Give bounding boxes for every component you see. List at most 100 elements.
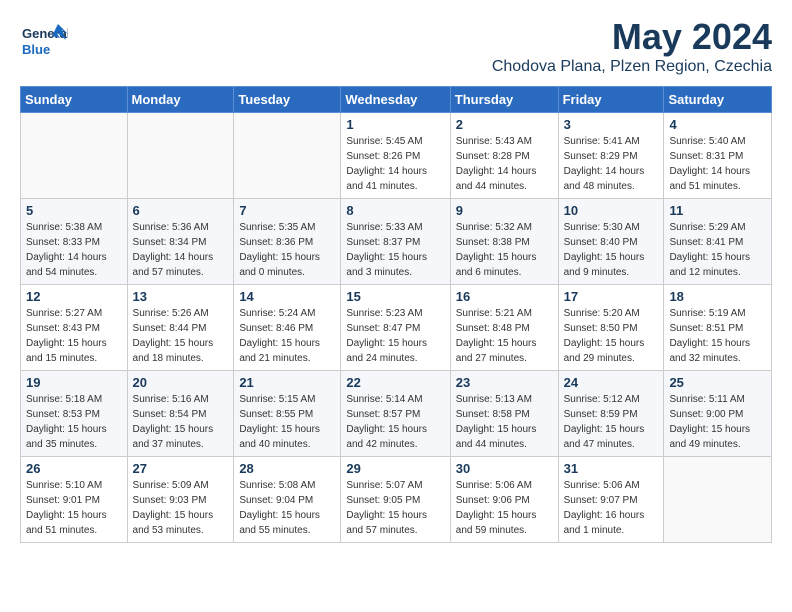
- day-info: Sunrise: 5:18 AMSunset: 8:53 PMDaylight:…: [26, 392, 122, 452]
- calendar-cell: 19Sunrise: 5:18 AMSunset: 8:53 PMDayligh…: [21, 371, 128, 457]
- day-number: 10: [564, 203, 659, 218]
- header-thursday: Thursday: [450, 87, 558, 113]
- day-number: 27: [133, 461, 229, 476]
- calendar-cell: 22 Sunrise: 5:14 AMSunset: 8:57 PMDayligh…: [341, 371, 450, 457]
- calendar-week-1: 5 Sunrise: 5:38 AMSunset: 8:33 PMDaylight…: [21, 199, 772, 285]
- day-info: Sunrise: 5:08 AMSunset: 9:04 PMDaylight:…: [239, 478, 335, 538]
- day-info: Sunrise: 5:33 AMSunset: 8:37 PMDaylight:…: [346, 220, 444, 280]
- calendar-week-3: 19Sunrise: 5:18 AMSunset: 8:53 PMDayligh…: [21, 371, 772, 457]
- day-number: 25: [669, 375, 766, 390]
- calendar-cell: 12 Sunrise: 5:27 AMSunset: 8:43 PMDayligh…: [21, 285, 128, 371]
- calendar-cell: 29Sunrise: 5:07 AMSunset: 9:05 PMDayligh…: [341, 457, 450, 543]
- day-info: Sunrise: 5:06 AMSunset: 9:07 PMDaylight:…: [564, 478, 659, 538]
- day-info: Sunrise: 5:12 AMSunset: 8:59 PMDaylight:…: [564, 392, 659, 452]
- calendar-cell: 8 Sunrise: 5:33 AMSunset: 8:37 PMDaylight…: [341, 199, 450, 285]
- calendar-header-row: Sunday Monday Tuesday Wednesday Thursday…: [21, 87, 772, 113]
- calendar-cell: 31 Sunrise: 5:06 AMSunset: 9:07 PMDayligh…: [558, 457, 664, 543]
- calendar-week-4: 26 Sunrise: 5:10 AMSunset: 9:01 PMDayligh…: [21, 457, 772, 543]
- day-number: 14: [239, 289, 335, 304]
- day-number: 12: [26, 289, 122, 304]
- calendar-cell: 17Sunrise: 5:20 AMSunset: 8:50 PMDayligh…: [558, 285, 664, 371]
- day-info: Sunrise: 5:15 AMSunset: 8:55 PMDaylight:…: [239, 392, 335, 452]
- day-info: Sunrise: 5:09 AMSunset: 9:03 PMDaylight:…: [133, 478, 229, 538]
- day-number: 6: [133, 203, 229, 218]
- calendar-cell: 21Sunrise: 5:15 AMSunset: 8:55 PMDayligh…: [234, 371, 341, 457]
- calendar-week-0: 1Sunrise: 5:45 AMSunset: 8:26 PMDaylight…: [21, 113, 772, 199]
- calendar-cell: 14 Sunrise: 5:24 AMSunset: 8:46 PMDayligh…: [234, 285, 341, 371]
- day-number: 11: [669, 203, 766, 218]
- svg-text:Blue: Blue: [22, 42, 50, 57]
- day-number: 5: [26, 203, 122, 218]
- day-info: Sunrise: 5:11 AMSunset: 9:00 PMDaylight:…: [669, 392, 766, 452]
- day-number: 18: [669, 289, 766, 304]
- day-number: 7: [239, 203, 335, 218]
- calendar-cell: 3Sunrise: 5:41 AMSunset: 8:29 PMDaylight…: [558, 113, 664, 199]
- calendar-cell: 15 Sunrise: 5:23 AMSunset: 8:47 PMDayligh…: [341, 285, 450, 371]
- day-info: Sunrise: 5:16 AMSunset: 8:54 PMDaylight:…: [133, 392, 229, 452]
- logo: General Blue: [20, 16, 68, 64]
- day-number: 24: [564, 375, 659, 390]
- calendar-cell: 27 Sunrise: 5:09 AMSunset: 9:03 PMDayligh…: [127, 457, 234, 543]
- day-info: Sunrise: 5:21 AMSunset: 8:48 PMDaylight:…: [456, 306, 553, 366]
- calendar-cell: 4Sunrise: 5:40 AMSunset: 8:31 PMDaylight…: [664, 113, 772, 199]
- day-info: Sunrise: 5:29 AMSunset: 8:41 PMDaylight:…: [669, 220, 766, 280]
- day-info: Sunrise: 5:23 AMSunset: 8:47 PMDaylight:…: [346, 306, 444, 366]
- day-number: 30: [456, 461, 553, 476]
- calendar-cell: 30Sunrise: 5:06 AMSunset: 9:06 PMDayligh…: [450, 457, 558, 543]
- day-number: 15: [346, 289, 444, 304]
- calendar-table: Sunday Monday Tuesday Wednesday Thursday…: [20, 86, 772, 543]
- calendar-cell: 25 Sunrise: 5:11 AMSunset: 9:00 PMDayligh…: [664, 371, 772, 457]
- day-info: Sunrise: 5:07 AMSunset: 9:05 PMDaylight:…: [346, 478, 444, 538]
- day-number: 2: [456, 117, 553, 132]
- header-tuesday: Tuesday: [234, 87, 341, 113]
- day-info: Sunrise: 5:10 AMSunset: 9:01 PMDaylight:…: [26, 478, 122, 538]
- calendar-subtitle: Chodova Plana, Plzen Region, Czechia: [492, 58, 772, 76]
- calendar-cell: 16 Sunrise: 5:21 AMSunset: 8:48 PMDayligh…: [450, 285, 558, 371]
- day-number: 17: [564, 289, 659, 304]
- header-monday: Monday: [127, 87, 234, 113]
- header-wednesday: Wednesday: [341, 87, 450, 113]
- calendar-cell: 5 Sunrise: 5:38 AMSunset: 8:33 PMDaylight…: [21, 199, 128, 285]
- day-info: Sunrise: 5:43 AMSunset: 8:28 PMDaylight:…: [456, 134, 553, 194]
- header-sunday: Sunday: [21, 87, 128, 113]
- calendar-cell: 24 Sunrise: 5:12 AMSunset: 8:59 PMDayligh…: [558, 371, 664, 457]
- day-info: Sunrise: 5:38 AMSunset: 8:33 PMDaylight:…: [26, 220, 122, 280]
- day-number: 16: [456, 289, 553, 304]
- calendar-cell: 26 Sunrise: 5:10 AMSunset: 9:01 PMDayligh…: [21, 457, 128, 543]
- calendar-cell: 18 Sunrise: 5:19 AMSunset: 8:51 PMDayligh…: [664, 285, 772, 371]
- calendar-week-2: 12 Sunrise: 5:27 AMSunset: 8:43 PMDayligh…: [21, 285, 772, 371]
- calendar-cell: 2 Sunrise: 5:43 AMSunset: 8:28 PMDaylight…: [450, 113, 558, 199]
- title-block: May 2024 Chodova Plana, Plzen Region, Cz…: [492, 16, 772, 76]
- logo-icon: General Blue: [20, 16, 68, 64]
- day-number: 28: [239, 461, 335, 476]
- header-friday: Friday: [558, 87, 664, 113]
- day-info: Sunrise: 5:19 AMSunset: 8:51 PMDaylight:…: [669, 306, 766, 366]
- day-number: 9: [456, 203, 553, 218]
- day-info: Sunrise: 5:30 AMSunset: 8:40 PMDaylight:…: [564, 220, 659, 280]
- calendar-cell: [21, 113, 128, 199]
- calendar-cell: 20Sunrise: 5:16 AMSunset: 8:54 PMDayligh…: [127, 371, 234, 457]
- calendar-cell: 13Sunrise: 5:26 AMSunset: 8:44 PMDayligh…: [127, 285, 234, 371]
- calendar-cell: [234, 113, 341, 199]
- day-info: Sunrise: 5:24 AMSunset: 8:46 PMDaylight:…: [239, 306, 335, 366]
- day-info: Sunrise: 5:41 AMSunset: 8:29 PMDaylight:…: [564, 134, 659, 194]
- calendar-cell: 23Sunrise: 5:13 AMSunset: 8:58 PMDayligh…: [450, 371, 558, 457]
- day-number: 26: [26, 461, 122, 476]
- calendar-cell: 10 Sunrise: 5:30 AMSunset: 8:40 PMDayligh…: [558, 199, 664, 285]
- calendar-cell: 6 Sunrise: 5:36 AMSunset: 8:34 PMDaylight…: [127, 199, 234, 285]
- day-info: Sunrise: 5:27 AMSunset: 8:43 PMDaylight:…: [26, 306, 122, 366]
- calendar-cell: 11 Sunrise: 5:29 AMSunset: 8:41 PMDayligh…: [664, 199, 772, 285]
- day-info: Sunrise: 5:36 AMSunset: 8:34 PMDaylight:…: [133, 220, 229, 280]
- day-number: 1: [346, 117, 444, 132]
- calendar-cell: [664, 457, 772, 543]
- day-info: Sunrise: 5:14 AMSunset: 8:57 PMDaylight:…: [346, 392, 444, 452]
- day-info: Sunrise: 5:32 AMSunset: 8:38 PMDaylight:…: [456, 220, 553, 280]
- day-number: 8: [346, 203, 444, 218]
- day-number: 31: [564, 461, 659, 476]
- calendar-cell: 7Sunrise: 5:35 AMSunset: 8:36 PMDaylight…: [234, 199, 341, 285]
- calendar-cell: 28 Sunrise: 5:08 AMSunset: 9:04 PMDayligh…: [234, 457, 341, 543]
- day-number: 22: [346, 375, 444, 390]
- day-number: 23: [456, 375, 553, 390]
- header: General Blue May 2024 Chodova Plana, Plz…: [20, 16, 772, 76]
- calendar-cell: 9 Sunrise: 5:32 AMSunset: 8:38 PMDaylight…: [450, 199, 558, 285]
